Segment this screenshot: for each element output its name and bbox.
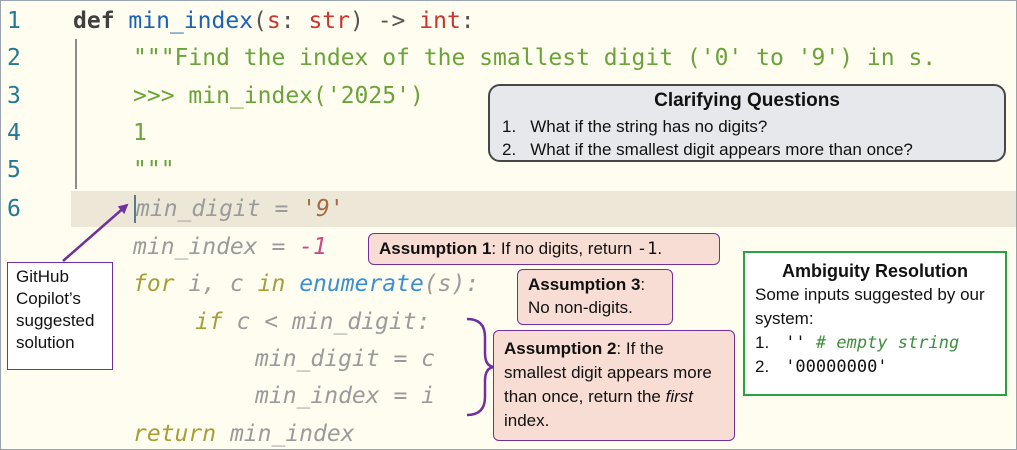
assumption-text: No non-digits.: [528, 298, 633, 317]
assumption-title: Assumption 1: [379, 239, 492, 258]
ambiguity-text: Some inputs suggested by our system:: [755, 285, 985, 328]
copilot-arrow: [62, 203, 129, 262]
assumption-end: .: [657, 239, 663, 258]
input-code: '00000000': [785, 357, 888, 377]
clarifying-title: Clarifying Questions: [654, 90, 840, 111]
assumption-text-end: index.: [504, 411, 550, 430]
list-number: 1.: [502, 117, 517, 136]
list-number: 2.: [755, 357, 770, 376]
assumption-2-box: Assumption 2: If the smallest digit appe…: [493, 330, 735, 441]
input-comment: # empty string: [805, 333, 960, 353]
clarifying-question-1: 1. What if the string has no digits?: [502, 117, 767, 137]
assumption-title: Assumption 2: [504, 339, 617, 358]
assumption-code: -1: [636, 239, 658, 259]
ambiguity-input-2: 2. '00000000': [755, 355, 995, 379]
clarifying-questions-box: Clarifying Questions 1. What if the strin…: [488, 84, 1006, 162]
question-text: What if the smallest digit appears more …: [530, 140, 913, 159]
figure-canvas: 1 def min_index(s: str) -> int: 2 """Fin…: [0, 0, 1017, 450]
copilot-label: GitHub Copilot’s suggested solution: [16, 267, 95, 352]
assumption-title: Assumption 3: [528, 275, 641, 294]
clarifying-question-2: 2. What if the smallest digit appears mor…: [502, 140, 913, 160]
ambiguity-resolution-box: Ambiguity Resolution Some inputs suggest…: [743, 251, 1007, 396]
copilot-label-box: GitHub Copilot’s suggested solution: [7, 262, 113, 370]
assumption-colon: :: [640, 275, 646, 294]
assumption-3-box: Assumption 3: No non-digits.: [517, 269, 673, 325]
ambiguity-title: Ambiguity Resolution: [782, 261, 968, 281]
input-code: '': [785, 333, 806, 353]
assumption-text: : If no digits, return: [491, 239, 637, 258]
ambiguity-input-1: 1. '' # empty string: [755, 331, 995, 355]
assumption-emphasis: first: [665, 387, 693, 406]
question-text: What if the string has no digits?: [530, 117, 768, 136]
list-number: 1.: [755, 333, 770, 352]
curly-brace: [466, 317, 496, 417]
assumption-1-box: Assumption 1: If no digits, return -1.: [368, 233, 720, 265]
list-number: 2.: [502, 140, 517, 159]
